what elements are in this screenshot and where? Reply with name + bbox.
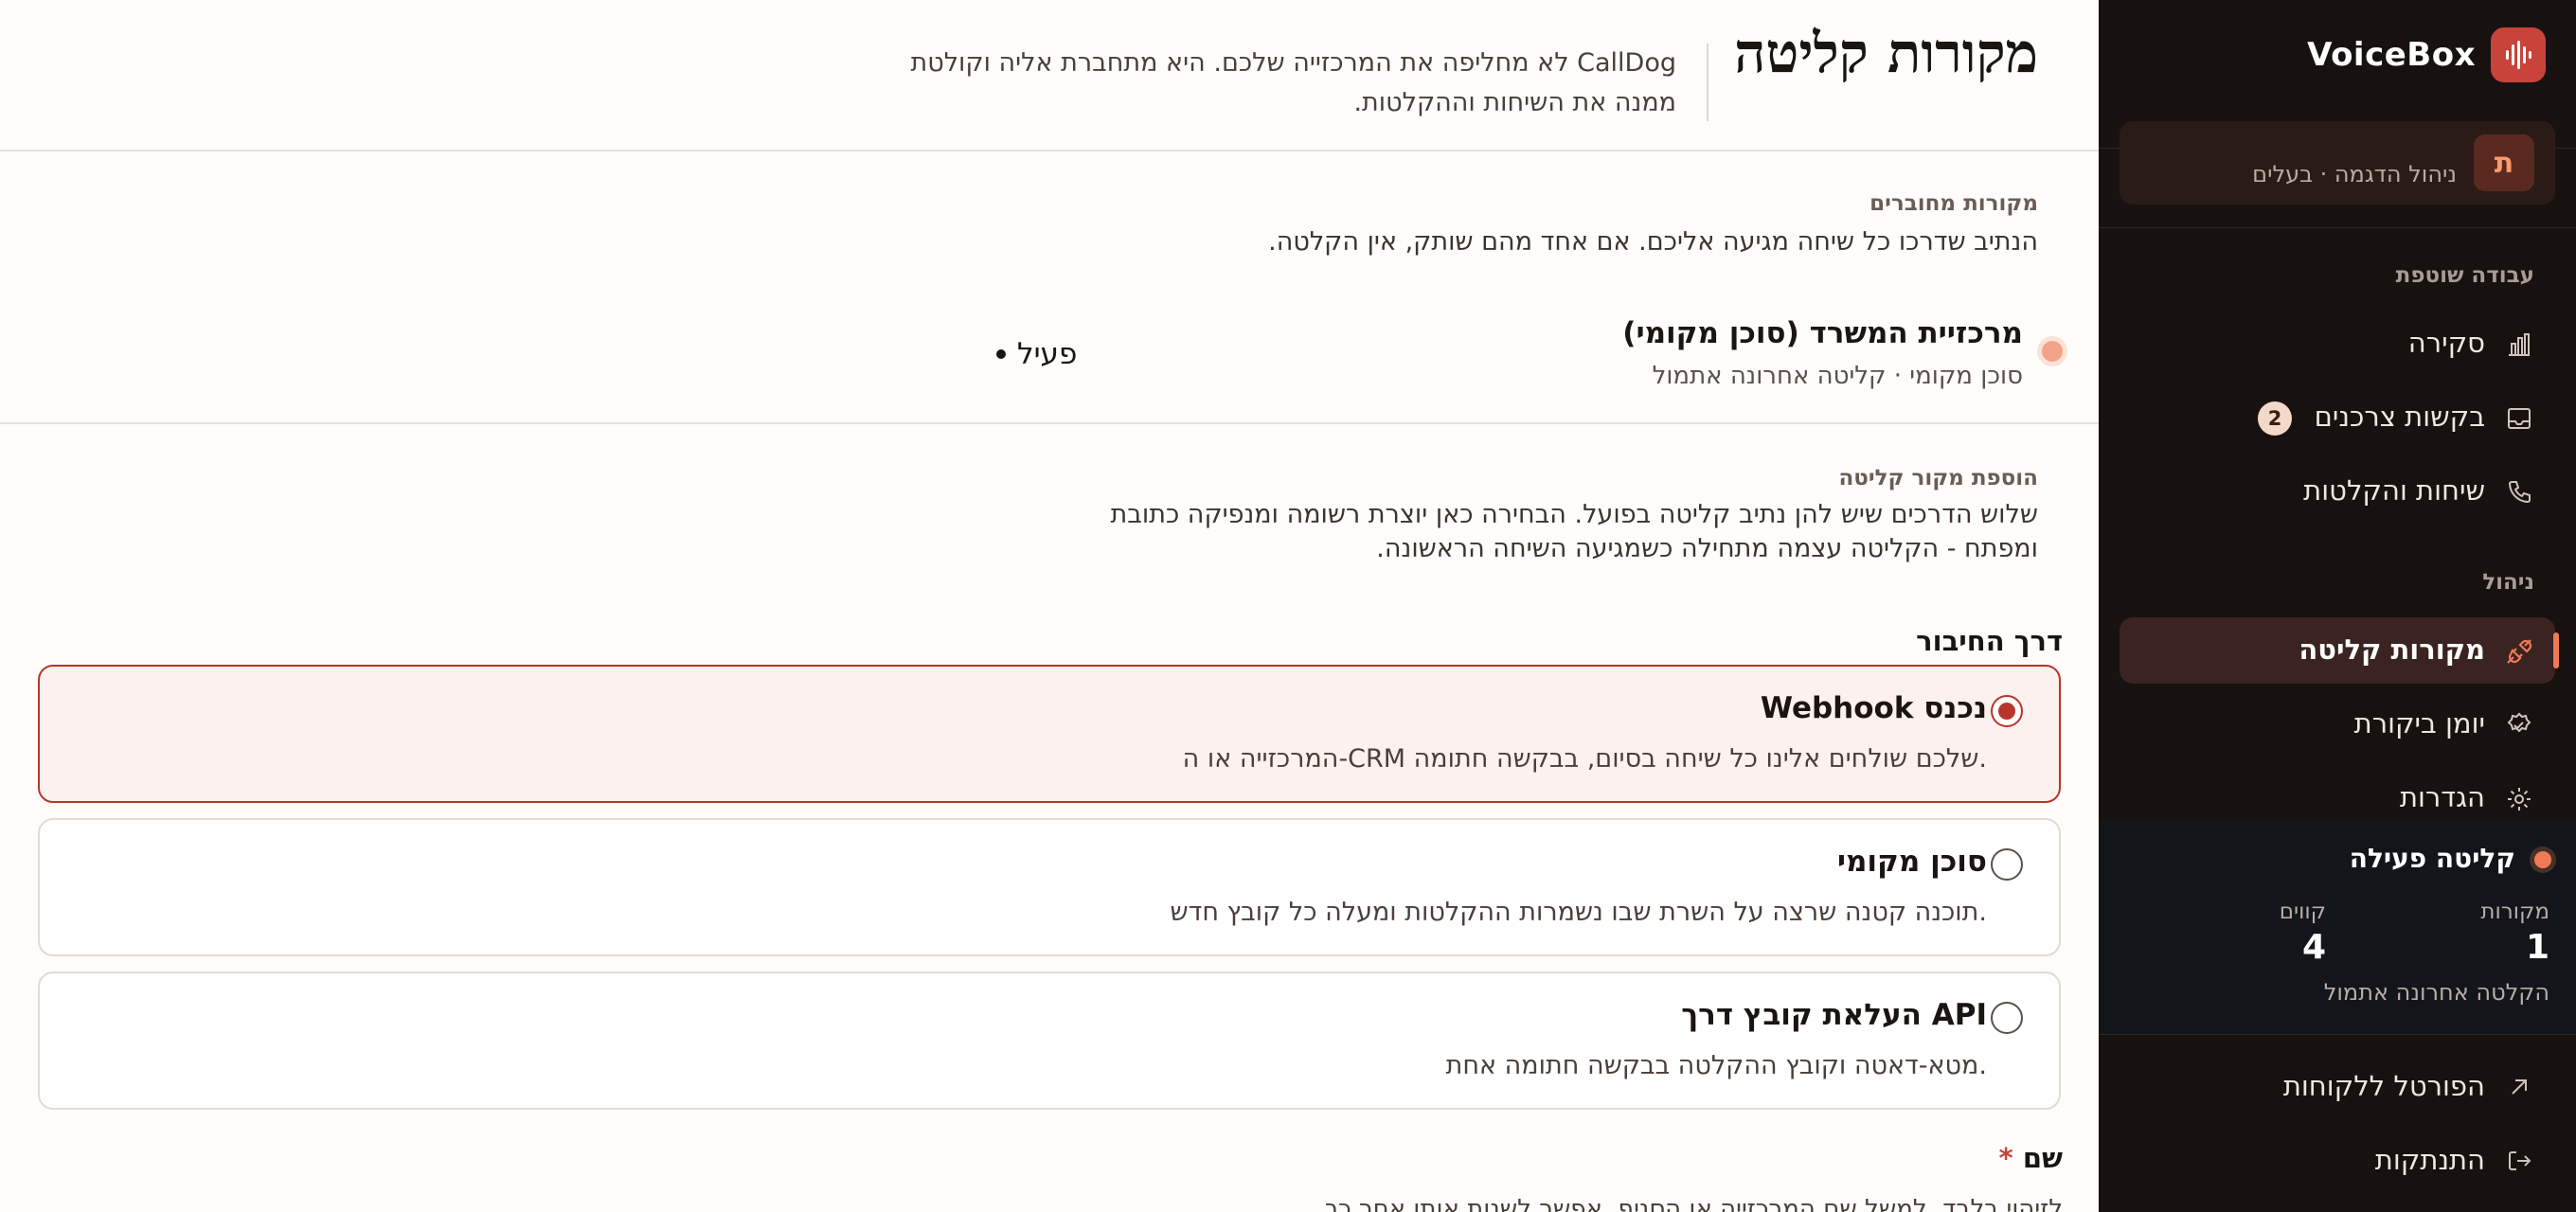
sidebar-item-label: שיחות והקלטות: [2303, 474, 2485, 507]
radio-local-agent[interactable]: [1991, 848, 2023, 881]
option-title: העלאת קובץ דרך API: [1681, 998, 1987, 1032]
sidebar-item-label: מקורות קליטה: [2299, 633, 2485, 666]
required-mark: *: [1998, 1142, 2013, 1174]
connected-sources-description: הנתיב שדרכו כל שיחה מגיעה אליכם. אם אחד …: [1268, 227, 2038, 257]
radio-webhook[interactable]: [1991, 695, 2023, 727]
stat-sources-label: מקורות: [2480, 900, 2549, 924]
sidebar-item-calls[interactable]: שיחות והקלטות: [2120, 458, 2555, 525]
option-local-agent[interactable]: סוכן מקומי תוכנה קטנה שרצה על השרת שבו נ…: [38, 818, 2061, 956]
sidebar-item-consumer-requests[interactable]: בקשות צרכנים 2: [2120, 384, 2555, 451]
org-switcher[interactable]: ת ניהול הדגמה · בעלים: [2120, 121, 2555, 205]
org-avatar: ת: [2474, 134, 2534, 191]
customer-portal-link[interactable]: הפורטל ללקוחות: [2120, 1057, 2555, 1117]
status-dot: [2534, 851, 2551, 868]
bar-chart-icon: [2504, 330, 2534, 360]
page-header: מקורות קליטה CallDog לא מחליפה את המרכזי…: [0, 0, 2099, 152]
brand-name: VoiceBox: [2307, 36, 2476, 74]
org-subtitle: ניהול הדגמה · בעלים: [2252, 161, 2457, 187]
source-status-label: פעיל: [1017, 337, 1078, 371]
sidebar: VoiceBox ת ניהול הדגמה · בעלים עבודה שוט…: [2099, 0, 2576, 1212]
option-api-upload[interactable]: העלאת קובץ דרך API מטא-דאטה וקובץ ההקלטה…: [38, 971, 2061, 1110]
stat-sources-value: 1: [2525, 928, 2549, 967]
add-source-description: שלוש הדרכים שיש להן נתיב קליטה בפועל. הב…: [1110, 500, 2038, 563]
shield-check-icon: [2504, 710, 2534, 740]
logout-icon: [2504, 1146, 2534, 1176]
page-title: מקורות קליטה: [1734, 21, 2038, 85]
status-title: קליטה פעילה: [2349, 843, 2515, 874]
stat-lines-value: 4: [2301, 928, 2326, 967]
page-description: CallDog לא מחליפה את המרכזייה שלכם. היא …: [910, 48, 1676, 117]
option-description: תוכנה קטנה שרצה על השרת שבו נשמרות ההקלט…: [1170, 898, 1987, 927]
option-title: סוכן מקומי: [1836, 845, 1987, 879]
name-label-text: שם: [2022, 1142, 2063, 1174]
source-row[interactable]: מרכזיית המשרד (סוכן מקומי) סוכן מקומי · …: [0, 288, 2099, 424]
name-field-label: שם *: [1999, 1142, 2063, 1174]
sidebar-section-management: ניהול: [2482, 570, 2534, 595]
option-description: מטא-דאטה וקובץ ההקלטה בבקשה חתומה אחת.: [1445, 1051, 1987, 1080]
intake-status-panel: קליטה פעילה מקורות 1 קווים 4 הקלטה אחרונ…: [2099, 820, 2576, 1034]
gear-icon: [2504, 784, 2534, 814]
sidebar-item-label: התנתקות: [2374, 1144, 2485, 1176]
header-divider: [1707, 44, 1708, 121]
external-link-icon: [2504, 1072, 2534, 1102]
waveform-icon: [2491, 27, 2546, 82]
bullet-icon: [996, 349, 1006, 359]
sidebar-item-intake-sources[interactable]: מקורות קליטה: [2120, 617, 2559, 684]
sidebar-item-label: בקשות צרכנים: [2314, 401, 2485, 433]
sidebar-section-daily: עבודה שוטפת: [2395, 263, 2534, 288]
option-webhook[interactable]: Webhook נכנס המרכזייה או ה-CRM שלכם שולח…: [38, 665, 2061, 803]
phone-icon: [2504, 477, 2534, 508]
source-status-dot: [2042, 341, 2063, 362]
connection-method-label: דרך החיבור: [1916, 625, 2063, 657]
sidebar-item-label: סקירה: [2407, 327, 2485, 359]
count-badge: 2: [2258, 401, 2292, 436]
option-description: המרכזייה או ה-CRM שלכם שולחים אלינו כל ש…: [1182, 744, 1987, 774]
source-status: פעיל: [996, 337, 1077, 371]
connected-sources-heading: מקורות מחוברים: [1869, 191, 2038, 216]
plug-icon: [2504, 636, 2534, 667]
sidebar-item-label: הגדרות: [2399, 781, 2485, 813]
main-content: מקורות קליטה CallDog לא מחליפה את המרכזי…: [0, 0, 2099, 1212]
source-meta: סוכן מקומי · קליטה אחרונה אתמול: [1652, 362, 2023, 390]
sidebar-item-overview[interactable]: סקירה: [2120, 311, 2555, 377]
stat-lines-label: קווים: [2279, 900, 2326, 924]
sidebar-divider: [2099, 1034, 2576, 1035]
app-root: מקורות קליטה CallDog לא מחליפה את המרכזי…: [0, 0, 2576, 1212]
source-name: מרכזיית המשרד (סוכן מקומי): [1622, 316, 2023, 350]
sidebar-item-label: הפורטל ללקוחות: [2282, 1070, 2485, 1102]
logout-button[interactable]: התנתקות: [2120, 1131, 2555, 1191]
option-title: Webhook נכנס: [1760, 691, 1987, 725]
sidebar-item-audit-log[interactable]: יומן ביקורת: [2120, 691, 2555, 758]
sidebar-divider: [2099, 227, 2576, 228]
sidebar-item-label: יומן ביקורת: [2353, 707, 2485, 740]
name-field-help: לזיהוי בלבד, למשל שם המרכזייה או הסניף. …: [1316, 1195, 2063, 1212]
status-last-recording: הקלטה אחרונה אתמול: [2323, 979, 2549, 1006]
add-source-heading: הוספת מקור קליטה: [1838, 466, 2038, 490]
inbox-icon: [2504, 403, 2534, 434]
radio-api-upload[interactable]: [1991, 1002, 2023, 1034]
